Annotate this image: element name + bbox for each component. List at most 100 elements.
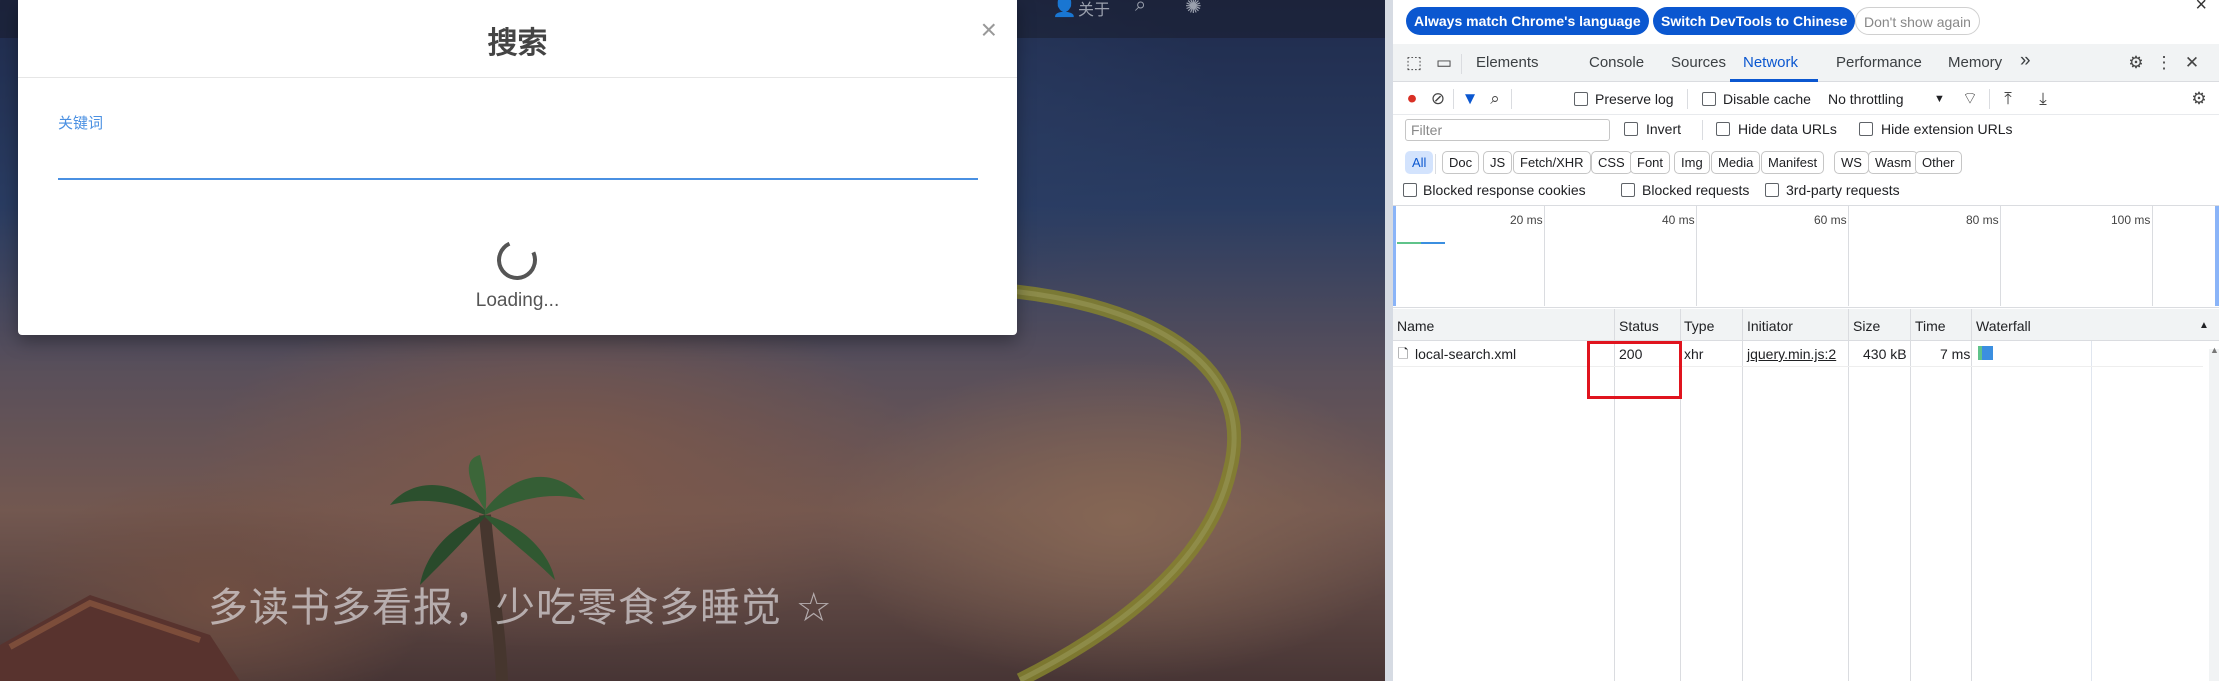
filter-input[interactable]: Filter: [1405, 119, 1610, 141]
record-stop-icon[interactable]: ⏺: [1401, 88, 1423, 110]
loading-spinner-icon: [491, 234, 543, 286]
preserve-log-label: Preserve log: [1595, 91, 1674, 107]
request-time: 7 ms: [1940, 346, 1971, 362]
settings-gear-icon[interactable]: ⚙: [2125, 52, 2147, 74]
devtools-panel: Always match Chrome's language Switch De…: [1385, 0, 2219, 681]
overview-tick-label: 100 ms: [2111, 213, 2151, 227]
column-type[interactable]: Type: [1684, 318, 1714, 334]
column-waterfall[interactable]: Waterfall: [1976, 318, 2031, 334]
dont-show-again-button[interactable]: Don't show again: [1855, 7, 1980, 35]
scrollbar[interactable]: [2209, 349, 2219, 681]
tab-console[interactable]: Console: [1589, 54, 1644, 71]
status-highlight-box: [1587, 341, 1682, 399]
close-devtools-icon[interactable]: ✕: [2181, 52, 2203, 74]
keyword-input[interactable]: [58, 136, 978, 180]
import-har-icon[interactable]: ⤒: [1997, 88, 2019, 110]
nav-about-link[interactable]: 关于: [1078, 0, 1110, 20]
throttling-select[interactable]: No throttling: [1828, 91, 1903, 107]
type-filter-img[interactable]: Img: [1674, 151, 1710, 174]
tab-network[interactable]: Network: [1743, 54, 1798, 71]
divider: [1702, 120, 1703, 140]
preserve-log-checkbox[interactable]: [1574, 92, 1588, 106]
overview-tick-label: 60 ms: [1814, 213, 1847, 227]
waterfall-bar-download: [1982, 346, 1993, 360]
request-table-header: Name Status Type Initiator Size Time Wat…: [1393, 309, 2219, 341]
active-tab-indicator: [1730, 79, 1818, 82]
waterfall-gridline: [2091, 341, 2092, 681]
export-har-icon[interactable]: ⤓: [2032, 88, 2054, 110]
request-type: xhr: [1684, 346, 1704, 362]
hide-extension-urls-label: Hide extension URLs: [1881, 121, 2013, 137]
column-name[interactable]: Name: [1397, 318, 1434, 334]
chevron-down-icon[interactable]: ▼: [1934, 93, 1945, 105]
type-filter-css[interactable]: CSS: [1591, 151, 1632, 174]
filter-icon[interactable]: ▼: [1459, 88, 1481, 110]
type-filter-all[interactable]: All: [1405, 151, 1434, 174]
search-modal: 搜索 × 关键词 Loading...: [18, 0, 1017, 335]
type-filter-js[interactable]: JS: [1483, 151, 1513, 174]
hide-extension-urls-checkbox[interactable]: [1859, 122, 1873, 136]
clear-icon[interactable]: ⊘: [1427, 88, 1449, 110]
scroll-up-icon[interactable]: ▲: [2210, 345, 2219, 355]
type-filter-ws[interactable]: WS: [1834, 151, 1869, 174]
blocked-requests-label: Blocked requests: [1642, 182, 1750, 198]
always-match-language-button[interactable]: Always match Chrome's language: [1406, 7, 1649, 35]
type-filter-manifest[interactable]: Manifest: [1761, 151, 1825, 174]
more-tabs-icon[interactable]: »: [2020, 50, 2031, 72]
request-name[interactable]: local-search.xml: [1415, 346, 1516, 362]
close-icon[interactable]: ×: [2195, 0, 2207, 17]
third-party-checkbox[interactable]: [1765, 183, 1779, 197]
request-initiator-link[interactable]: jquery.min.js:2: [1747, 346, 1836, 362]
column-size[interactable]: Size: [1853, 318, 1880, 334]
request-size: 430 kB: [1863, 346, 1907, 362]
hide-data-urls-checkbox[interactable]: [1716, 122, 1730, 136]
network-conditions-icon[interactable]: ⌔: [1959, 88, 1981, 110]
user-icon[interactable]: 👤: [1052, 0, 1077, 19]
divider: [1989, 89, 1990, 109]
sort-ascending-icon[interactable]: ▲: [2199, 320, 2209, 331]
divider: [1461, 54, 1462, 74]
theme-toggle-icon[interactable]: ✺: [1185, 0, 1202, 19]
column-status[interactable]: Status: [1619, 318, 1659, 334]
overview-tick-label: 40 ms: [1662, 213, 1695, 227]
overview-request-bar-download: [1421, 242, 1445, 244]
overview-range-handle-right[interactable]: [2215, 206, 2219, 306]
overview-request-bar-wait: [1397, 242, 1421, 244]
type-filter-font[interactable]: Font: [1630, 151, 1671, 174]
switch-to-chinese-button[interactable]: Switch DevTools to Chinese: [1653, 7, 1856, 35]
overview-gridline: [1696, 206, 1697, 306]
tab-elements[interactable]: Elements: [1476, 54, 1539, 71]
table-row[interactable]: 🗋 local-search.xml 200 xhr jquery.min.js…: [1393, 341, 2203, 367]
loading-text: Loading...: [475, 290, 560, 311]
search-icon[interactable]: ⌕: [1135, 0, 1146, 17]
invert-checkbox[interactable]: [1624, 122, 1638, 136]
network-overview-timeline[interactable]: 20 ms 40 ms 60 ms 80 ms 100 ms: [1393, 206, 2219, 308]
close-icon[interactable]: ×: [981, 14, 997, 46]
blocked-requests-checkbox[interactable]: [1621, 183, 1635, 197]
type-filter-media[interactable]: Media: [1711, 151, 1761, 174]
site-motto: 多读书多看报，少吃零食多睡觉 ☆: [208, 585, 833, 631]
tab-sources[interactable]: Sources: [1671, 54, 1726, 71]
blocked-filters-row: Blocked response cookies Blocked request…: [1393, 178, 2219, 206]
type-filter-doc[interactable]: Doc: [1442, 151, 1480, 174]
tab-memory[interactable]: Memory: [1948, 54, 2002, 71]
disable-cache-checkbox[interactable]: [1702, 92, 1716, 106]
more-options-icon[interactable]: ⋮: [2153, 52, 2175, 74]
overview-range-handle-left[interactable]: [1393, 206, 1396, 306]
invert-label: Invert: [1646, 121, 1682, 137]
inspect-element-icon[interactable]: ⬚: [1403, 52, 1425, 74]
language-notice-bar: Always match Chrome's language Switch De…: [1393, 0, 2219, 42]
type-filter-other[interactable]: Other: [1915, 151, 1962, 174]
device-toolbar-icon[interactable]: ▭: [1433, 52, 1455, 74]
type-filter-wasm[interactable]: Wasm: [1868, 151, 1919, 174]
blocked-cookies-checkbox[interactable]: [1403, 183, 1417, 197]
type-filter-fetch-xhr[interactable]: Fetch/XHR: [1513, 151, 1591, 174]
filter-row: Filter Invert Hide data URLs Hide extens…: [1393, 115, 2219, 145]
tab-performance[interactable]: Performance: [1836, 54, 1922, 71]
network-settings-icon[interactable]: ⚙: [2188, 88, 2210, 110]
network-toolbar: ⏺ ⊘ ▼ ⌕ Preserve log Disable cache No th…: [1393, 83, 2219, 115]
column-initiator[interactable]: Initiator: [1747, 318, 1793, 334]
search-icon[interactable]: ⌕: [1484, 88, 1506, 110]
disable-cache-label: Disable cache: [1723, 91, 1811, 107]
column-time[interactable]: Time: [1915, 318, 1946, 334]
